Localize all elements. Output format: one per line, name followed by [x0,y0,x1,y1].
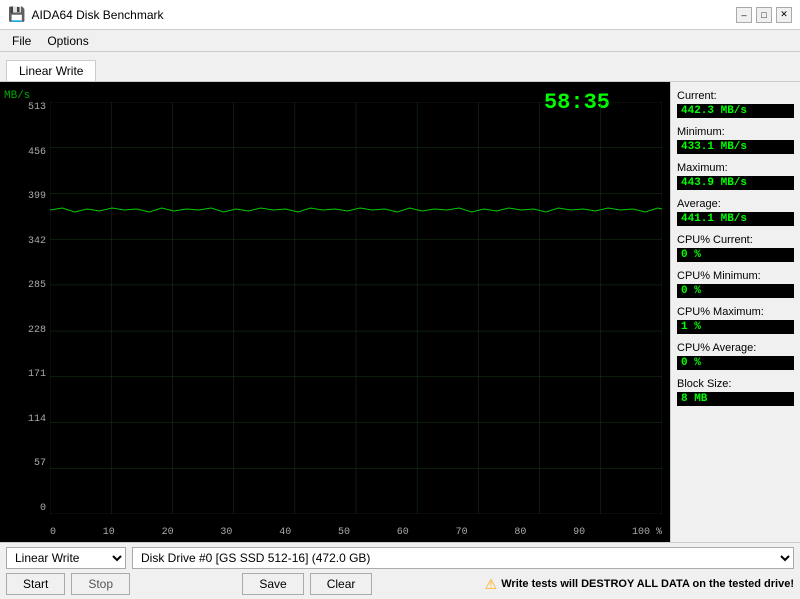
title-bar: 💾 AIDA64 Disk Benchmark – □ ✕ [0,0,800,30]
x-tick-60: 60 [397,527,409,538]
stat-cpu-minimum: CPU% Minimum: 0 % [677,270,794,298]
stat-block-size: Block Size: 8 MB [677,378,794,406]
current-label: Current: [677,90,794,102]
right-panel: Current: 442.3 MB/s Minimum: 433.1 MB/s … [670,82,800,542]
app-icon: 💾 [8,6,25,23]
y-tick-513: 513 [4,102,46,113]
x-tick-70: 70 [456,527,468,538]
clear-button[interactable]: Clear [310,573,373,595]
disk-select[interactable]: Disk Drive #0 [GS SSD 512-16] (472.0 GB) [132,547,794,569]
cpu-current-value: 0 % [677,248,794,262]
start-button[interactable]: Start [6,573,65,595]
stat-minimum: Minimum: 433.1 MB/s [677,126,794,154]
x-tick-100: 100 % [632,527,662,538]
average-label: Average: [677,198,794,210]
close-button[interactable]: ✕ [776,7,792,23]
cpu-minimum-label: CPU% Minimum: [677,270,794,282]
y-tick-342: 342 [4,236,46,247]
title-bar-controls: – □ ✕ [736,7,792,23]
y-tick-114: 114 [4,414,46,425]
chart-svg [50,102,662,514]
y-tick-171: 171 [4,369,46,380]
block-size-label: Block Size: [677,378,794,390]
x-tick-90: 90 [573,527,585,538]
menu-options[interactable]: Options [39,32,96,50]
minimize-button[interactable]: – [736,7,752,23]
main-area: MB/s 58:35 513 456 399 342 285 228 171 1… [0,82,800,542]
window-title: AIDA64 Disk Benchmark [31,8,163,22]
cpu-minimum-value: 0 % [677,284,794,298]
save-button[interactable]: Save [242,573,303,595]
stat-cpu-maximum: CPU% Maximum: 1 % [677,306,794,334]
warning-icon: ⚠ [485,576,498,593]
bottom-controls: Linear Write Disk Drive #0 [GS SSD 512-1… [0,542,800,599]
cpu-maximum-value: 1 % [677,320,794,334]
menu-bar: File Options [0,30,800,52]
warning-row: ⚠ Write tests will DESTROY ALL DATA on t… [485,576,794,593]
maximum-value: 443.9 MB/s [677,176,794,190]
y-axis-label: MB/s [4,90,30,102]
cpu-maximum-label: CPU% Maximum: [677,306,794,318]
x-tick-50: 50 [338,527,350,538]
average-value: 441.1 MB/s [677,212,794,226]
cpu-current-label: CPU% Current: [677,234,794,246]
menu-file[interactable]: File [4,32,39,50]
x-tick-30: 30 [220,527,232,538]
y-tick-399: 399 [4,191,46,202]
stat-average: Average: 441.1 MB/s [677,198,794,226]
cpu-average-label: CPU% Average: [677,342,794,354]
x-tick-40: 40 [279,527,291,538]
warning-text: Write tests will DESTROY ALL DATA on the… [501,578,794,590]
maximum-label: Maximum: [677,162,794,174]
y-tick-0: 0 [4,503,46,514]
maximize-button[interactable]: □ [756,7,772,23]
stat-maximum: Maximum: 443.9 MB/s [677,162,794,190]
stop-button[interactable]: Stop [71,573,130,595]
y-tick-456: 456 [4,147,46,158]
x-tick-80: 80 [514,527,526,538]
controls-row-bottom: Start Stop Save Clear ⚠ Write tests will… [6,573,794,595]
title-bar-left: 💾 AIDA64 Disk Benchmark [8,6,163,23]
block-size-value: 8 MB [677,392,794,406]
y-tick-285: 285 [4,280,46,291]
y-tick-57: 57 [4,458,46,469]
stat-current: Current: 442.3 MB/s [677,90,794,118]
stat-cpu-current: CPU% Current: 0 % [677,234,794,262]
stat-cpu-average: CPU% Average: 0 % [677,342,794,370]
minimum-label: Minimum: [677,126,794,138]
chart-area: MB/s 58:35 513 456 399 342 285 228 171 1… [0,82,670,542]
test-select[interactable]: Linear Write [6,547,126,569]
y-tick-228: 228 [4,325,46,336]
minimum-value: 433.1 MB/s [677,140,794,154]
current-value: 442.3 MB/s [677,104,794,118]
cpu-average-value: 0 % [677,356,794,370]
x-tick-10: 10 [103,527,115,538]
tab-bar: Linear Write [0,52,800,82]
controls-row-top: Linear Write Disk Drive #0 [GS SSD 512-1… [6,547,794,569]
x-tick-0: 0 [50,527,56,538]
x-tick-20: 20 [162,527,174,538]
tab-linear-write[interactable]: Linear Write [6,60,96,81]
